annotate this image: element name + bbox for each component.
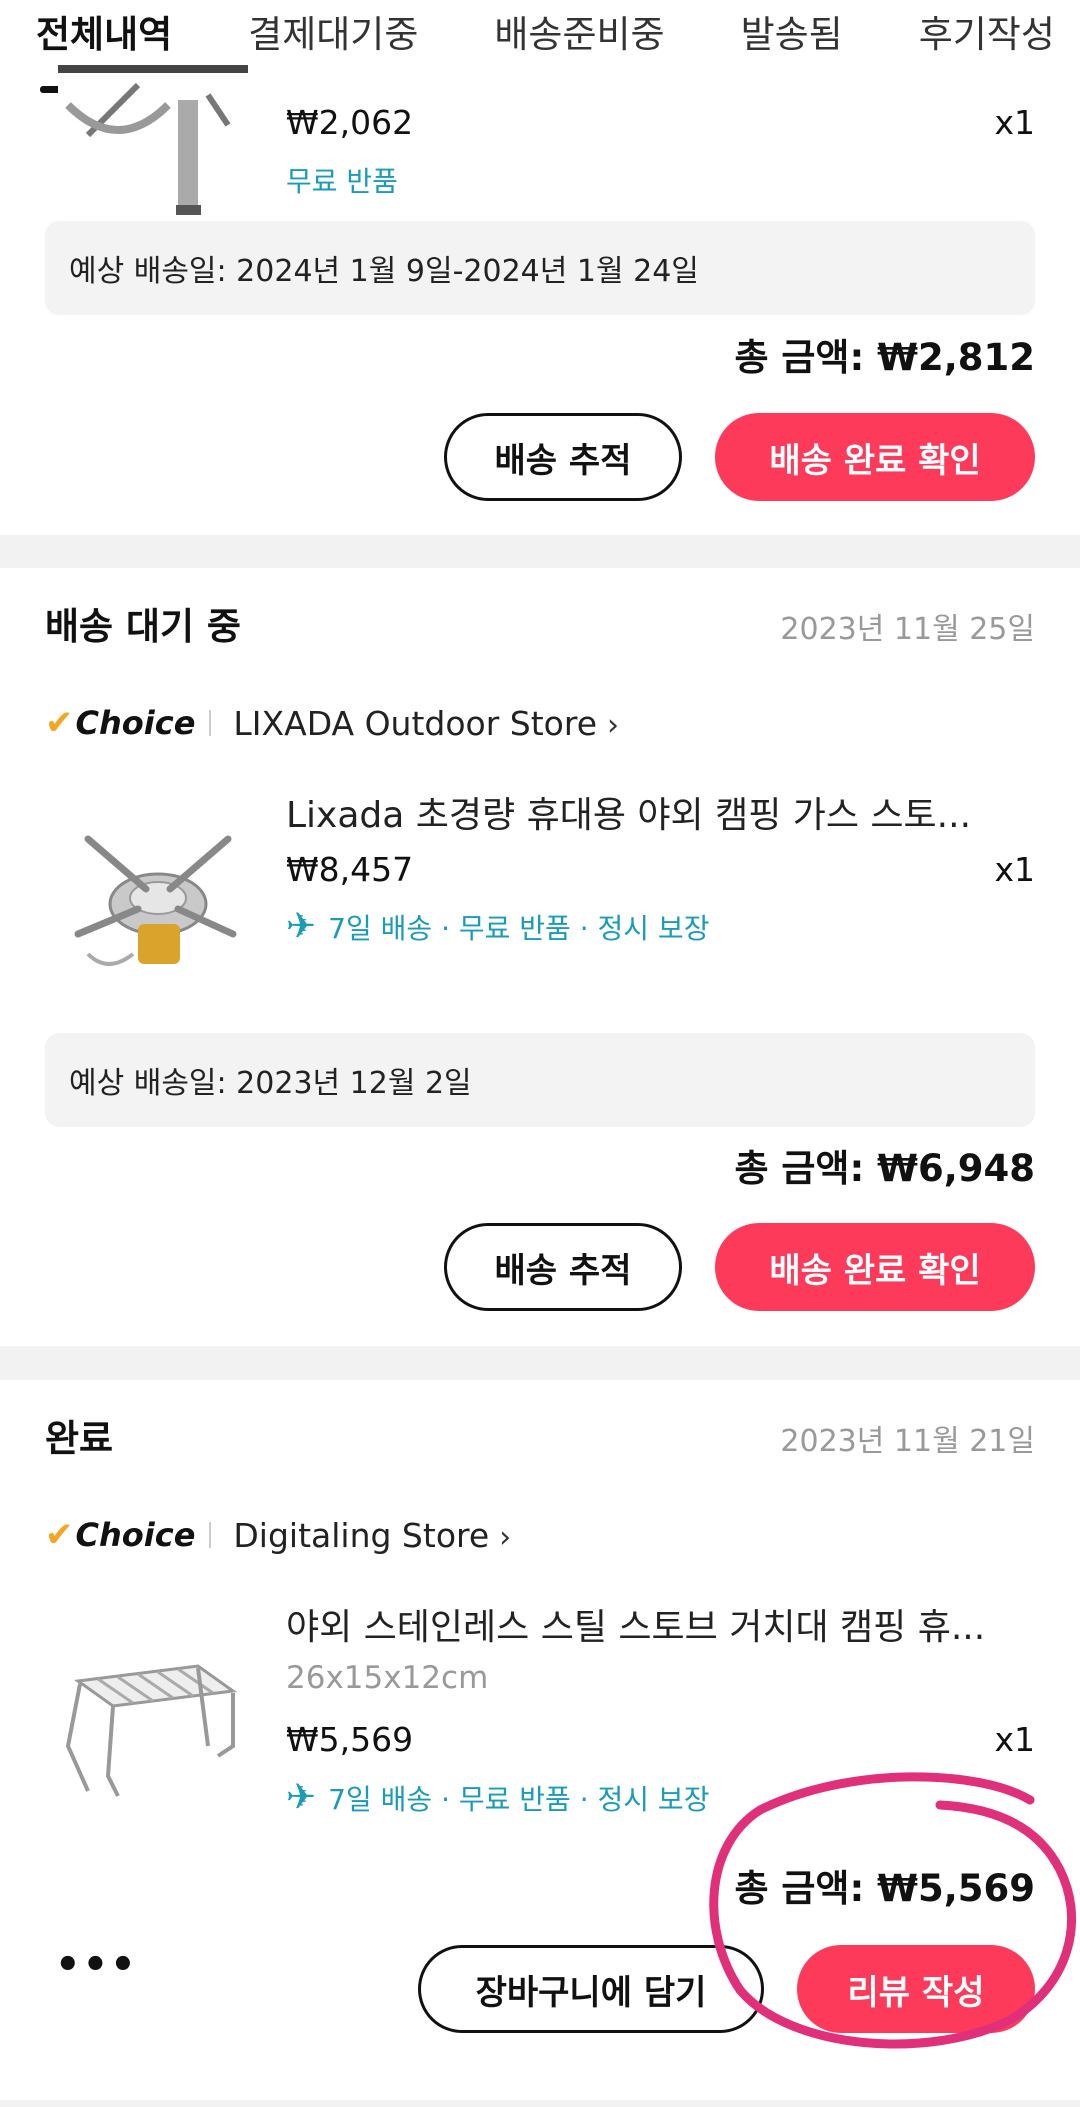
store-name-text: LIXADA Outdoor Store xyxy=(233,703,598,743)
order-status: 배송 대기 중 xyxy=(45,605,241,648)
benefits-text: 7일 배송 · 무료 반품 · 정시 보장 xyxy=(328,1782,710,1816)
track-shipment-button[interactable]: 배송 추적 xyxy=(444,1223,682,1311)
benefits-text: 7일 배송 · 무료 반품 · 정시 보장 xyxy=(328,911,710,945)
product-thumbnail[interactable] xyxy=(58,794,248,1014)
estimated-delivery: 예상 배송일: 2023년 12월 2일 xyxy=(45,1033,1035,1127)
product-thumbnail[interactable] xyxy=(58,1606,248,1826)
delivery-benefits: ✈ 7일 배송 · 무료 반품 · 정시 보장 xyxy=(286,906,709,947)
store-row[interactable]: ✔ Choice Digitaling Store › xyxy=(45,1515,511,1555)
product-quantity: x1 xyxy=(994,1720,1035,1759)
store-name[interactable]: Digitaling Store › xyxy=(233,1516,511,1555)
confirm-delivery-button[interactable]: 배송 완료 확인 xyxy=(715,1223,1035,1311)
order-total: 총 금액: ₩2,812 xyxy=(734,336,1035,379)
add-to-cart-button[interactable]: 장바구니에 담기 xyxy=(418,1945,764,2033)
free-return-label: 무료 반품 xyxy=(286,160,398,200)
track-shipment-button[interactable]: 배송 추적 xyxy=(444,413,682,501)
product-title[interactable]: 야외 스테인레스 스틸 스토브 거치대 캠핑 휴... xyxy=(286,1598,1016,1650)
divider xyxy=(209,710,212,736)
delivery-benefits: ✈ 7일 배송 · 무료 반품 · 정시 보장 xyxy=(286,1777,709,1818)
order-date: 2023년 11월 25일 xyxy=(780,612,1035,647)
order-date: 2023년 11월 21일 xyxy=(780,1424,1035,1459)
check-icon: ✔ xyxy=(45,703,74,743)
product-price: ₩5,569 xyxy=(286,1720,414,1759)
tab-review[interactable]: 후기작성 xyxy=(919,0,1055,58)
order-card: 완료 2023년 11월 21일 ✔ Choice Digitaling Sto… xyxy=(0,1380,1080,2100)
estimated-delivery: 예상 배송일: 2024년 1월 9일-2024년 1월 24일 xyxy=(45,221,1035,315)
airplane-icon: ✈ xyxy=(286,906,317,947)
choice-badge: ✔ Choice xyxy=(45,1515,195,1555)
tab-shipped[interactable]: 발송됨 xyxy=(741,0,843,58)
tab-all[interactable]: 전체내역 xyxy=(36,0,172,58)
choice-label: Choice xyxy=(75,1516,196,1554)
order-card: 배송 대기 중 2023년 11월 25일 ✔ Choice LIXADA Ou… xyxy=(0,568,1080,1346)
order-status: 완료 xyxy=(45,1417,114,1460)
airplane-icon: ✈ xyxy=(286,1777,317,1818)
product-price: ₩2,062 xyxy=(286,103,414,142)
product-title[interactable]: Lixada 초경량 휴대용 야외 캠핑 가스 스토... xyxy=(286,786,1016,838)
write-review-button[interactable]: 리뷰 작성 xyxy=(797,1945,1035,2033)
product-quantity: x1 xyxy=(994,850,1035,889)
tab-awaiting-payment[interactable]: 결제대기중 xyxy=(248,0,418,58)
choice-label: Choice xyxy=(75,704,196,742)
choice-badge: ✔ Choice xyxy=(45,703,195,743)
store-row[interactable]: ✔ Choice LIXADA Outdoor Store › xyxy=(45,703,619,743)
divider xyxy=(209,1522,212,1548)
order-card: ₩2,062 x1 무료 반품 예상 배송일: 2024년 1월 9일-2024… xyxy=(0,65,1080,535)
product-quantity: x1 xyxy=(994,103,1035,142)
product-price: ₩8,457 xyxy=(286,850,414,889)
more-options-icon[interactable]: ••• xyxy=(55,1942,138,1988)
tab-preparing[interactable]: 배송준비중 xyxy=(494,0,664,58)
check-icon: ✔ xyxy=(45,1515,74,1555)
chevron-right-icon: › xyxy=(607,707,620,743)
order-total: 총 금액: ₩6,948 xyxy=(734,1147,1035,1190)
product-variant: 26x15x12cm xyxy=(286,1660,489,1696)
store-name[interactable]: LIXADA Outdoor Store › xyxy=(233,704,619,743)
chevron-right-icon: › xyxy=(499,1519,512,1555)
order-total: 총 금액: ₩5,569 xyxy=(734,1867,1035,1910)
free-return-text: 무료 반품 xyxy=(286,165,398,198)
confirm-delivery-button[interactable]: 배송 완료 확인 xyxy=(715,413,1035,501)
store-name-text: Digitaling Store xyxy=(233,1515,490,1555)
